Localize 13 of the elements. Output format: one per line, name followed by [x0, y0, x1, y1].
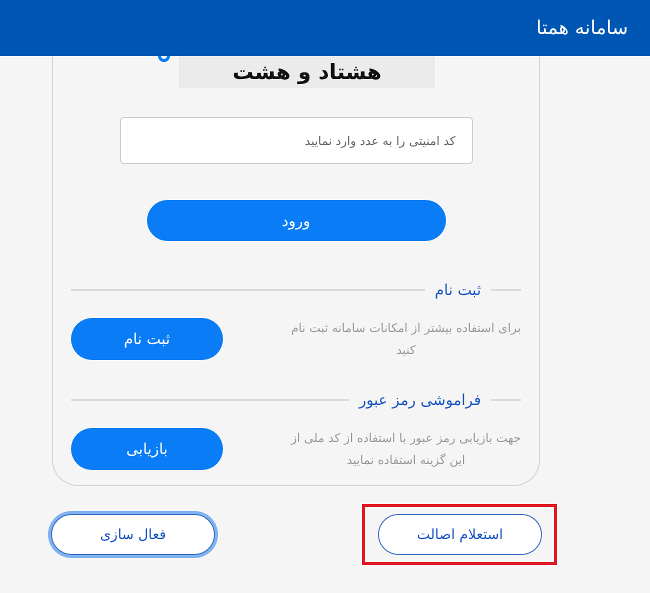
section-title: ثبت نام — [434, 281, 481, 299]
outline-button[interactable]: استعلام اصالت — [378, 514, 542, 555]
login-button[interactable]: ورود — [146, 200, 446, 241]
section-title: فراموشی رمز عبور — [358, 391, 481, 409]
security-code-field[interactable]: کد امنیتی را به عدد وارد نمایید — [120, 117, 472, 164]
app-title: سامانه همتا — [536, 17, 628, 39]
refresh-icon[interactable] — [157, 56, 171, 64]
section-description: برای استفاده بیشتر از امکانات سامانه ثبت نام کنید — [291, 320, 521, 359]
section-button[interactable]: بازیابی — [71, 428, 223, 470]
outline-button[interactable]: فعال سازی — [51, 514, 215, 555]
section-description: جهت بازیابی رمز عبور با استفاده از کد ملی از این گزینه استفاده نمایید — [291, 430, 521, 469]
section-button[interactable]: ثبت نام — [71, 318, 223, 360]
captcha-text: هشتاد و هشت — [232, 60, 382, 84]
